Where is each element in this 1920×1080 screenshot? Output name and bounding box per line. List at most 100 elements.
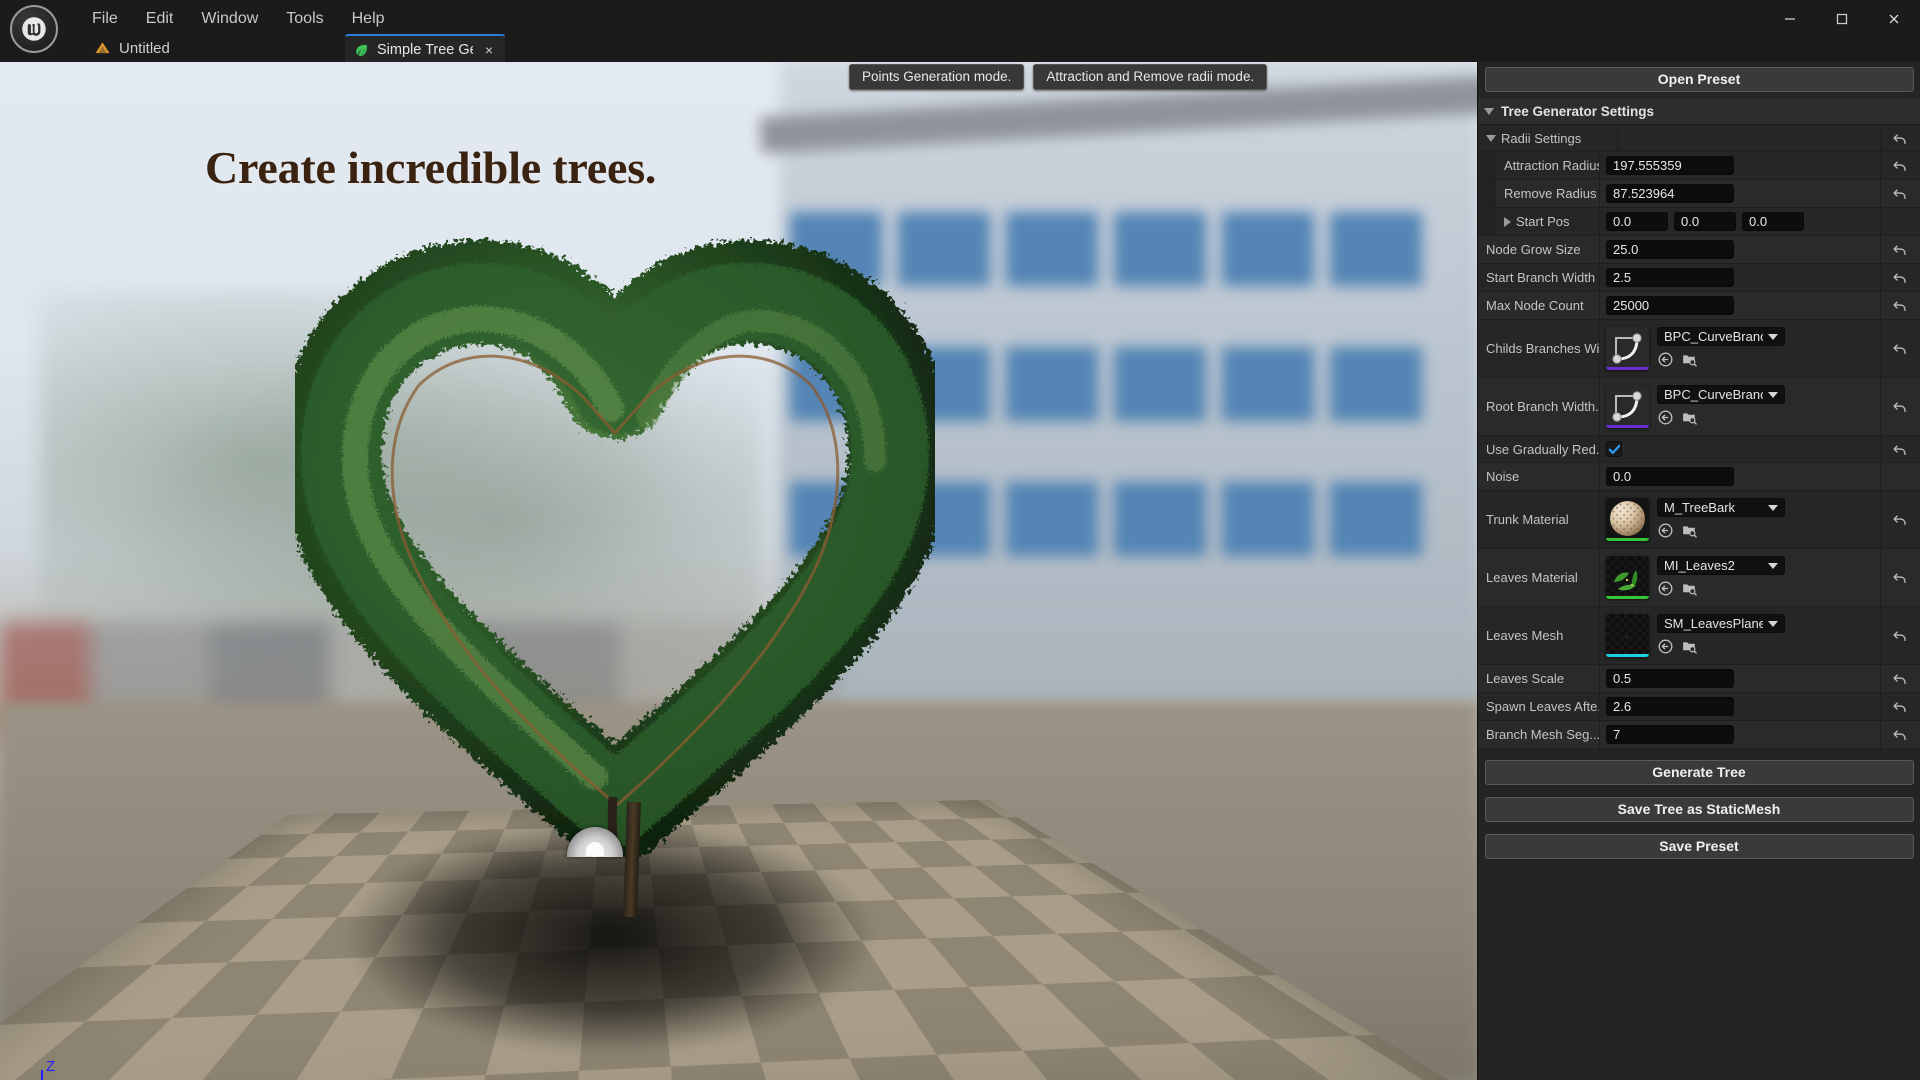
menu-tools[interactable]: Tools: [272, 7, 337, 31]
curve-asset-thumbnail[interactable]: [1606, 327, 1649, 370]
root-branch-curve-combo[interactable]: BPC_CurveBranch4: [1657, 385, 1785, 404]
revert-max-node-count[interactable]: [1880, 292, 1920, 319]
chevron-right-icon[interactable]: [1504, 217, 1511, 227]
revert-node-grow-size[interactable]: [1880, 236, 1920, 263]
save-preset-button[interactable]: Save Preset: [1485, 834, 1914, 859]
window-controls: [1764, 0, 1920, 38]
start-pos-y-input[interactable]: 0.0: [1674, 212, 1736, 231]
label-max-node-count: Max Node Count: [1478, 292, 1600, 319]
green-leaf-icon: [354, 43, 369, 58]
start-pos-z-input[interactable]: 0.0: [1742, 212, 1804, 231]
row-node-grow-size[interactable]: Node Grow Size 25.0: [1478, 236, 1920, 264]
menu-help[interactable]: Help: [338, 7, 399, 31]
axis-orientation-gizmo: Z Y X: [26, 1058, 106, 1080]
viewport[interactable]: Create incredible trees. Points Generati…: [0, 62, 1477, 1080]
use-selected-asset-icon[interactable]: [1657, 580, 1674, 597]
maximize-button[interactable]: [1816, 0, 1868, 38]
points-generation-mode-button[interactable]: Points Generation mode.: [849, 64, 1024, 90]
tab-strip: Untitled Simple Tree Generator. ×: [0, 34, 1920, 62]
browse-to-asset-icon[interactable]: [1681, 638, 1698, 655]
revert-leaves-mesh[interactable]: [1880, 607, 1920, 664]
use-selected-asset-icon[interactable]: [1657, 351, 1674, 368]
tab-simple-tree-generator[interactable]: Simple Tree Generator. ×: [345, 34, 505, 64]
row-leaves-mesh[interactable]: Leaves Mesh SM_LeavesPlane: [1478, 607, 1920, 665]
row-childs-branches-width-curve[interactable]: Childs Branches Wi... BPC: [1478, 320, 1920, 378]
row-spawn-leaves-after[interactable]: Spawn Leaves Afte... 2.6: [1478, 693, 1920, 721]
noise-input[interactable]: 0.0: [1606, 467, 1734, 486]
revert-trunk-material[interactable]: [1880, 491, 1920, 548]
revert-start-branch-width[interactable]: [1880, 264, 1920, 291]
branch-mesh-segments-input[interactable]: 7: [1606, 725, 1734, 744]
trunk-material-combo[interactable]: M_TreeBark: [1657, 498, 1785, 517]
unreal-engine-logo-icon[interactable]: [10, 5, 58, 53]
attraction-remove-radii-mode-button[interactable]: Attraction and Remove radii mode.: [1033, 64, 1267, 90]
row-start-branch-width[interactable]: Start Branch Width 2.5: [1478, 264, 1920, 292]
unreal-project-icon: [94, 41, 111, 55]
use-selected-asset-icon[interactable]: [1657, 638, 1674, 655]
revert-leaves-scale[interactable]: [1880, 665, 1920, 692]
browse-to-asset-icon[interactable]: [1681, 351, 1698, 368]
chevron-down-icon: [1768, 392, 1778, 398]
leaves-mesh-combo[interactable]: SM_LeavesPlane: [1657, 614, 1785, 633]
start-branch-width-input[interactable]: 2.5: [1606, 268, 1734, 287]
use-selected-asset-icon[interactable]: [1657, 409, 1674, 426]
start-pos-x-input[interactable]: 0.0: [1606, 212, 1668, 231]
project-name-chip[interactable]: Untitled: [88, 35, 176, 61]
open-preset-button[interactable]: Open Preset: [1485, 67, 1914, 92]
revert-spawn-leaves-after[interactable]: [1880, 693, 1920, 720]
revert-root-branch-width[interactable]: [1880, 378, 1920, 435]
row-noise[interactable]: Noise 0.0: [1478, 463, 1920, 491]
revert-remove-radius[interactable]: [1880, 180, 1920, 207]
use-selected-asset-icon[interactable]: [1657, 522, 1674, 539]
attraction-radius-input[interactable]: 197.555359: [1606, 156, 1734, 175]
row-max-node-count[interactable]: Max Node Count 25000: [1478, 292, 1920, 320]
row-branch-mesh-segments[interactable]: Branch Mesh Seg... 7: [1478, 721, 1920, 749]
category-radii-settings[interactable]: Radii Settings: [1478, 125, 1920, 152]
subcategory-label: Radii Settings: [1501, 131, 1581, 146]
revert-use-gradually-reducing[interactable]: [1880, 436, 1920, 462]
revert-leaves-material[interactable]: [1880, 549, 1920, 606]
chevron-down-icon: [1768, 505, 1778, 511]
row-attraction-radius[interactable]: Attraction Radius 197.555359: [1478, 152, 1920, 180]
leaves-scale-input[interactable]: 0.5: [1606, 669, 1734, 688]
max-node-count-input[interactable]: 25000: [1606, 296, 1734, 315]
close-button[interactable]: [1868, 0, 1920, 38]
tree-generator-details-panel: Open Preset Tree Generator Settings Radi…: [1477, 62, 1920, 1080]
leaves-material-combo[interactable]: MI_Leaves2: [1657, 556, 1785, 575]
browse-to-asset-icon[interactable]: [1681, 580, 1698, 597]
browse-to-asset-icon[interactable]: [1681, 409, 1698, 426]
label-noise: Noise: [1478, 463, 1600, 490]
revert-childs-branches-width[interactable]: [1880, 320, 1920, 377]
use-gradually-reducing-checkbox[interactable]: [1606, 441, 1622, 457]
revert-attraction-radius[interactable]: [1880, 152, 1920, 179]
generate-tree-button[interactable]: Generate Tree: [1485, 760, 1914, 785]
menu-file[interactable]: File: [78, 7, 132, 31]
row-leaves-scale[interactable]: Leaves Scale 0.5: [1478, 665, 1920, 693]
row-remove-radius[interactable]: Remove Radius 87.523964: [1478, 180, 1920, 208]
remove-radius-input[interactable]: 87.523964: [1606, 184, 1734, 203]
leaves-material-thumbnail[interactable]: [1606, 556, 1649, 599]
spawn-leaves-after-input[interactable]: 2.6: [1606, 697, 1734, 716]
save-tree-as-staticmesh-button[interactable]: Save Tree as StaticMesh: [1485, 797, 1914, 822]
category-label: Tree Generator Settings: [1501, 104, 1654, 119]
row-start-pos[interactable]: Start Pos 0.0 0.0 0.0: [1478, 208, 1920, 236]
browse-to-asset-icon[interactable]: [1681, 522, 1698, 539]
curve-asset-thumbnail[interactable]: [1606, 385, 1649, 428]
generated-heart-tree: [295, 237, 935, 857]
category-tree-generator-settings[interactable]: Tree Generator Settings: [1478, 98, 1920, 125]
node-grow-size-input[interactable]: 25.0: [1606, 240, 1734, 259]
childs-branches-curve-combo[interactable]: BPC_CurveBranch4: [1657, 327, 1785, 346]
menu-window[interactable]: Window: [187, 7, 272, 31]
menu-edit[interactable]: Edit: [132, 7, 188, 31]
revert-button[interactable]: [1880, 125, 1920, 151]
row-use-gradually-reducing[interactable]: Use Gradually Red...: [1478, 436, 1920, 463]
row-trunk-material[interactable]: Trunk Material M_TreeBark: [1478, 491, 1920, 549]
tab-close-icon[interactable]: ×: [481, 42, 497, 58]
revert-branch-mesh-segments[interactable]: [1880, 721, 1920, 748]
minimize-button[interactable]: [1764, 0, 1816, 38]
leaves-mesh-value: SM_LeavesPlane: [1664, 616, 1763, 631]
leaves-mesh-thumbnail[interactable]: [1606, 614, 1649, 657]
row-leaves-material[interactable]: Leaves Material: [1478, 549, 1920, 607]
trunk-material-thumbnail[interactable]: [1606, 498, 1649, 541]
row-root-branch-width-curve[interactable]: Root Branch Width... BPC_: [1478, 378, 1920, 436]
